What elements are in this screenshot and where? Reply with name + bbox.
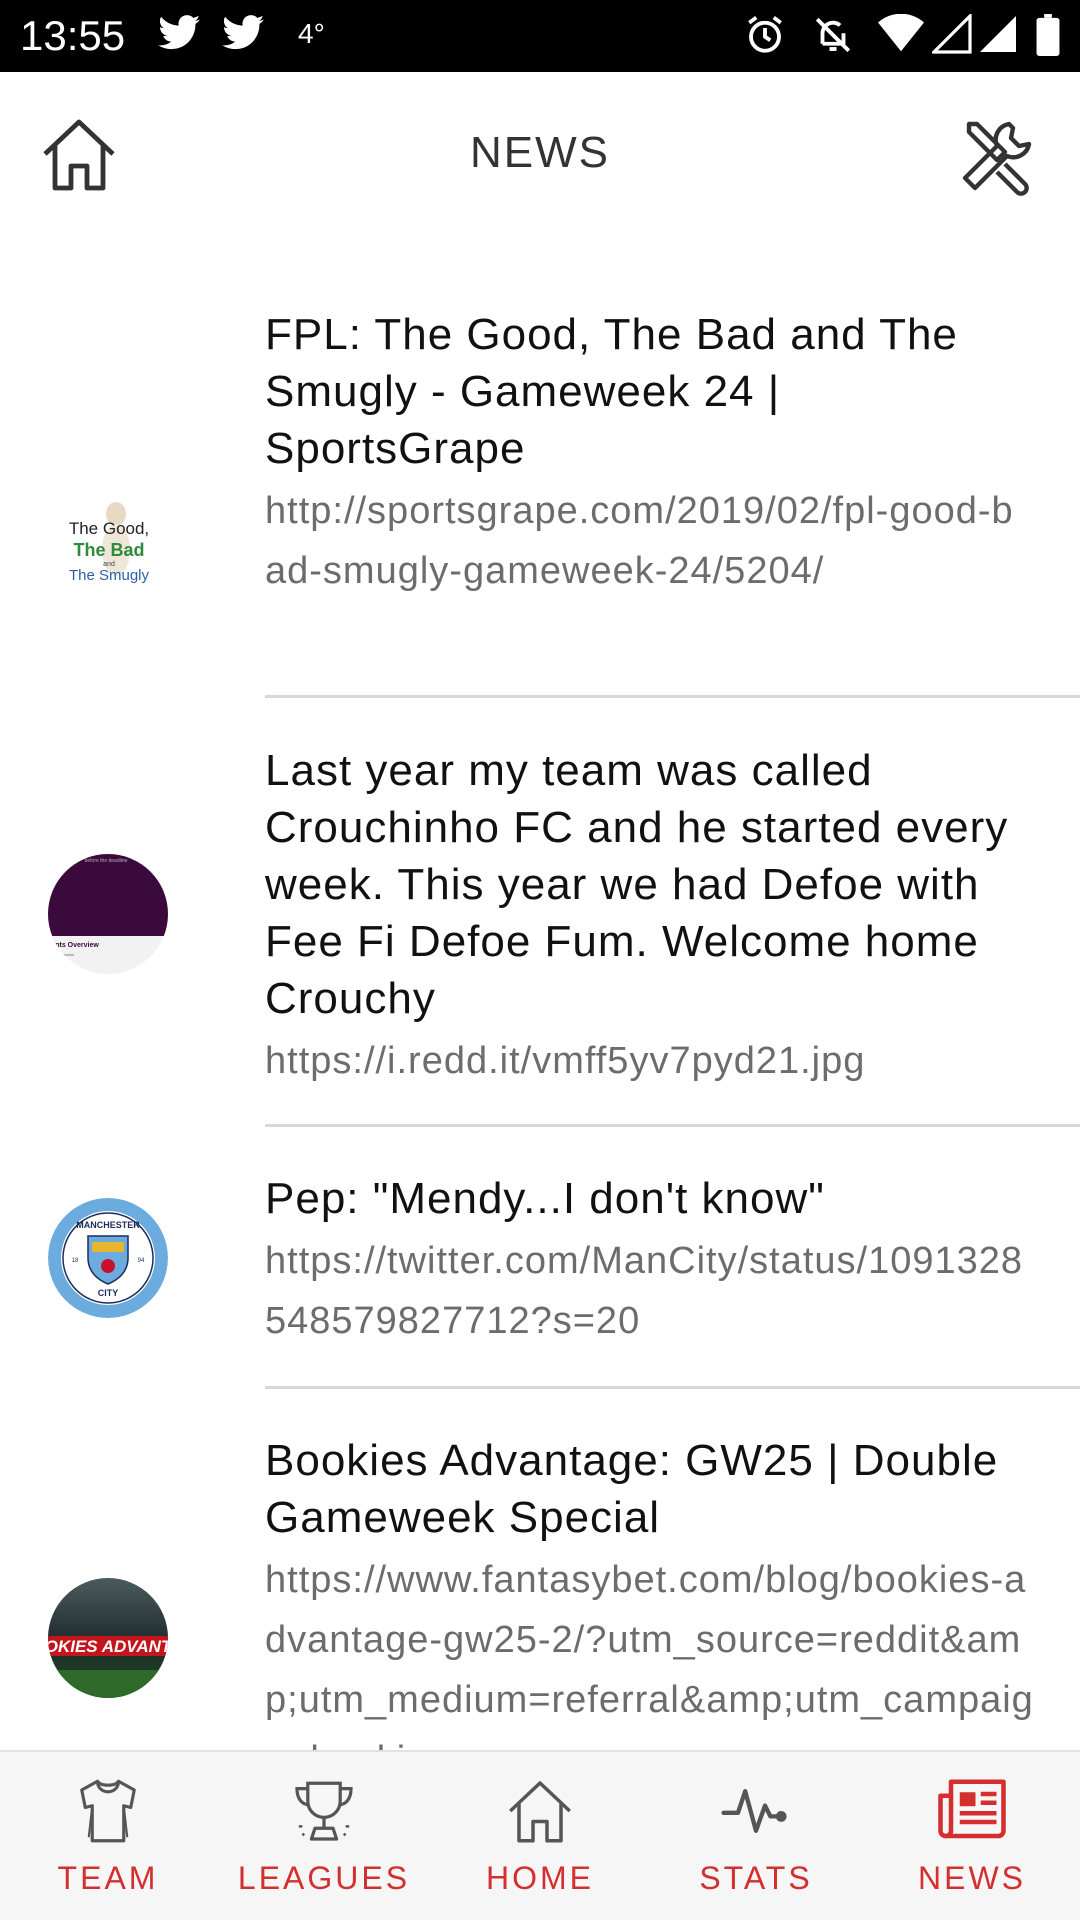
alarm-icon <box>748 15 782 53</box>
status-bar: 13:55 4° <box>0 0 1080 72</box>
news-thumbnail: OKIES ADVANT <box>48 1578 168 1698</box>
fantasybet-logo-icon: OKIES ADVANT <box>48 1578 168 1698</box>
nav-news-label: NEWS <box>918 1860 1026 1896</box>
divider <box>265 695 1080 698</box>
pulse-icon <box>721 1789 787 1833</box>
svg-text:The Bad: The Bad <box>73 540 144 560</box>
notifications-off-icon <box>815 17 851 53</box>
signal-icon <box>980 16 1016 52</box>
news-title: Pep: "Mendy...I don't know" <box>265 1174 825 1223</box>
svg-text:oints Overview: oints Overview <box>49 942 99 949</box>
page-title: NEWS <box>470 128 610 177</box>
news-url[interactable]: https://www.fantasybet.com/blog/bookies-… <box>265 1550 1035 1750</box>
news-thumbnail: MANCHESTER CITY 18 94 <box>48 1198 168 1318</box>
nav-stats[interactable]: STATS <box>648 1752 864 1922</box>
home-icon[interactable] <box>38 116 120 192</box>
man-city-crest-icon: MANCHESTER CITY 18 94 <box>48 1198 168 1318</box>
svg-text:18: 18 <box>72 1258 79 1264</box>
temperature-text: 4° <box>298 18 325 49</box>
svg-text:before the deadline: before the deadline <box>85 858 128 864</box>
signal-icon <box>932 14 972 54</box>
status-time: 13:55 <box>20 12 126 59</box>
news-list: The Good, The Bad and The Smugly FPL: Th… <box>0 242 1080 1750</box>
news-url[interactable]: http://sportsgrape.com/2019/02/fpl-good-… <box>265 481 1035 601</box>
wifi-icon <box>878 14 924 52</box>
svg-text:The Smugly: The Smugly <box>69 567 150 584</box>
news-url[interactable]: https://twitter.com/ManCity/status/10913… <box>265 1231 1035 1351</box>
news-title: Bookies Advantage: GW25 | Double Gamewee… <box>265 1436 999 1542</box>
svg-text:CITY: CITY <box>98 1288 119 1298</box>
news-title: Last year my team was called Crouchinho … <box>265 746 1009 1023</box>
battery-icon <box>1036 14 1060 56</box>
sportsgrape-logo-icon: The Good, The Bad and The Smugly <box>69 502 150 584</box>
nav-home[interactable]: HOME <box>432 1752 648 1922</box>
twitter-icon <box>158 15 200 50</box>
svg-text:OKIES ADVANT: OKIES ADVANT <box>48 1637 168 1656</box>
divider <box>265 1386 1080 1389</box>
divider <box>265 1124 1080 1127</box>
news-thumbnail: The Good, The Bad and The Smugly <box>44 482 174 612</box>
svg-text:94: 94 <box>138 1258 145 1264</box>
newspaper-icon <box>938 1779 1006 1839</box>
svg-text:The Good,: The Good, <box>69 519 149 538</box>
news-url[interactable]: https://i.redd.it/vmff5yv7pyd21.jpg <box>265 1031 1035 1091</box>
trophy-icon <box>295 1781 353 1841</box>
home-icon <box>509 1781 571 1843</box>
bottom-navigation: TEAM LEAGUES HOME STATS NEWS <box>0 1750 1080 1920</box>
nav-leagues-label: LEAGUES <box>237 1860 411 1896</box>
nav-leagues[interactable]: LEAGUES <box>216 1752 432 1922</box>
nav-team[interactable]: TEAM <box>0 1752 216 1922</box>
nav-home-label: HOME <box>486 1860 594 1896</box>
nav-stats-label: STATS <box>699 1860 813 1896</box>
nav-team-label: TEAM <box>57 1860 159 1896</box>
reddit-image-icon: before the deadline oints Overview <box>48 854 168 974</box>
tools-icon[interactable] <box>956 116 1038 196</box>
svg-text:MANCHESTER: MANCHESTER <box>76 1220 140 1230</box>
app-header: NEWS <box>0 72 1080 242</box>
news-title: FPL: The Good, The Bad and The Smugly - … <box>265 310 958 473</box>
nav-news[interactable]: NEWS <box>864 1752 1080 1922</box>
twitter-icon <box>222 15 264 50</box>
jersey-icon <box>80 1779 136 1843</box>
news-thumbnail: before the deadline oints Overview <box>48 854 168 974</box>
